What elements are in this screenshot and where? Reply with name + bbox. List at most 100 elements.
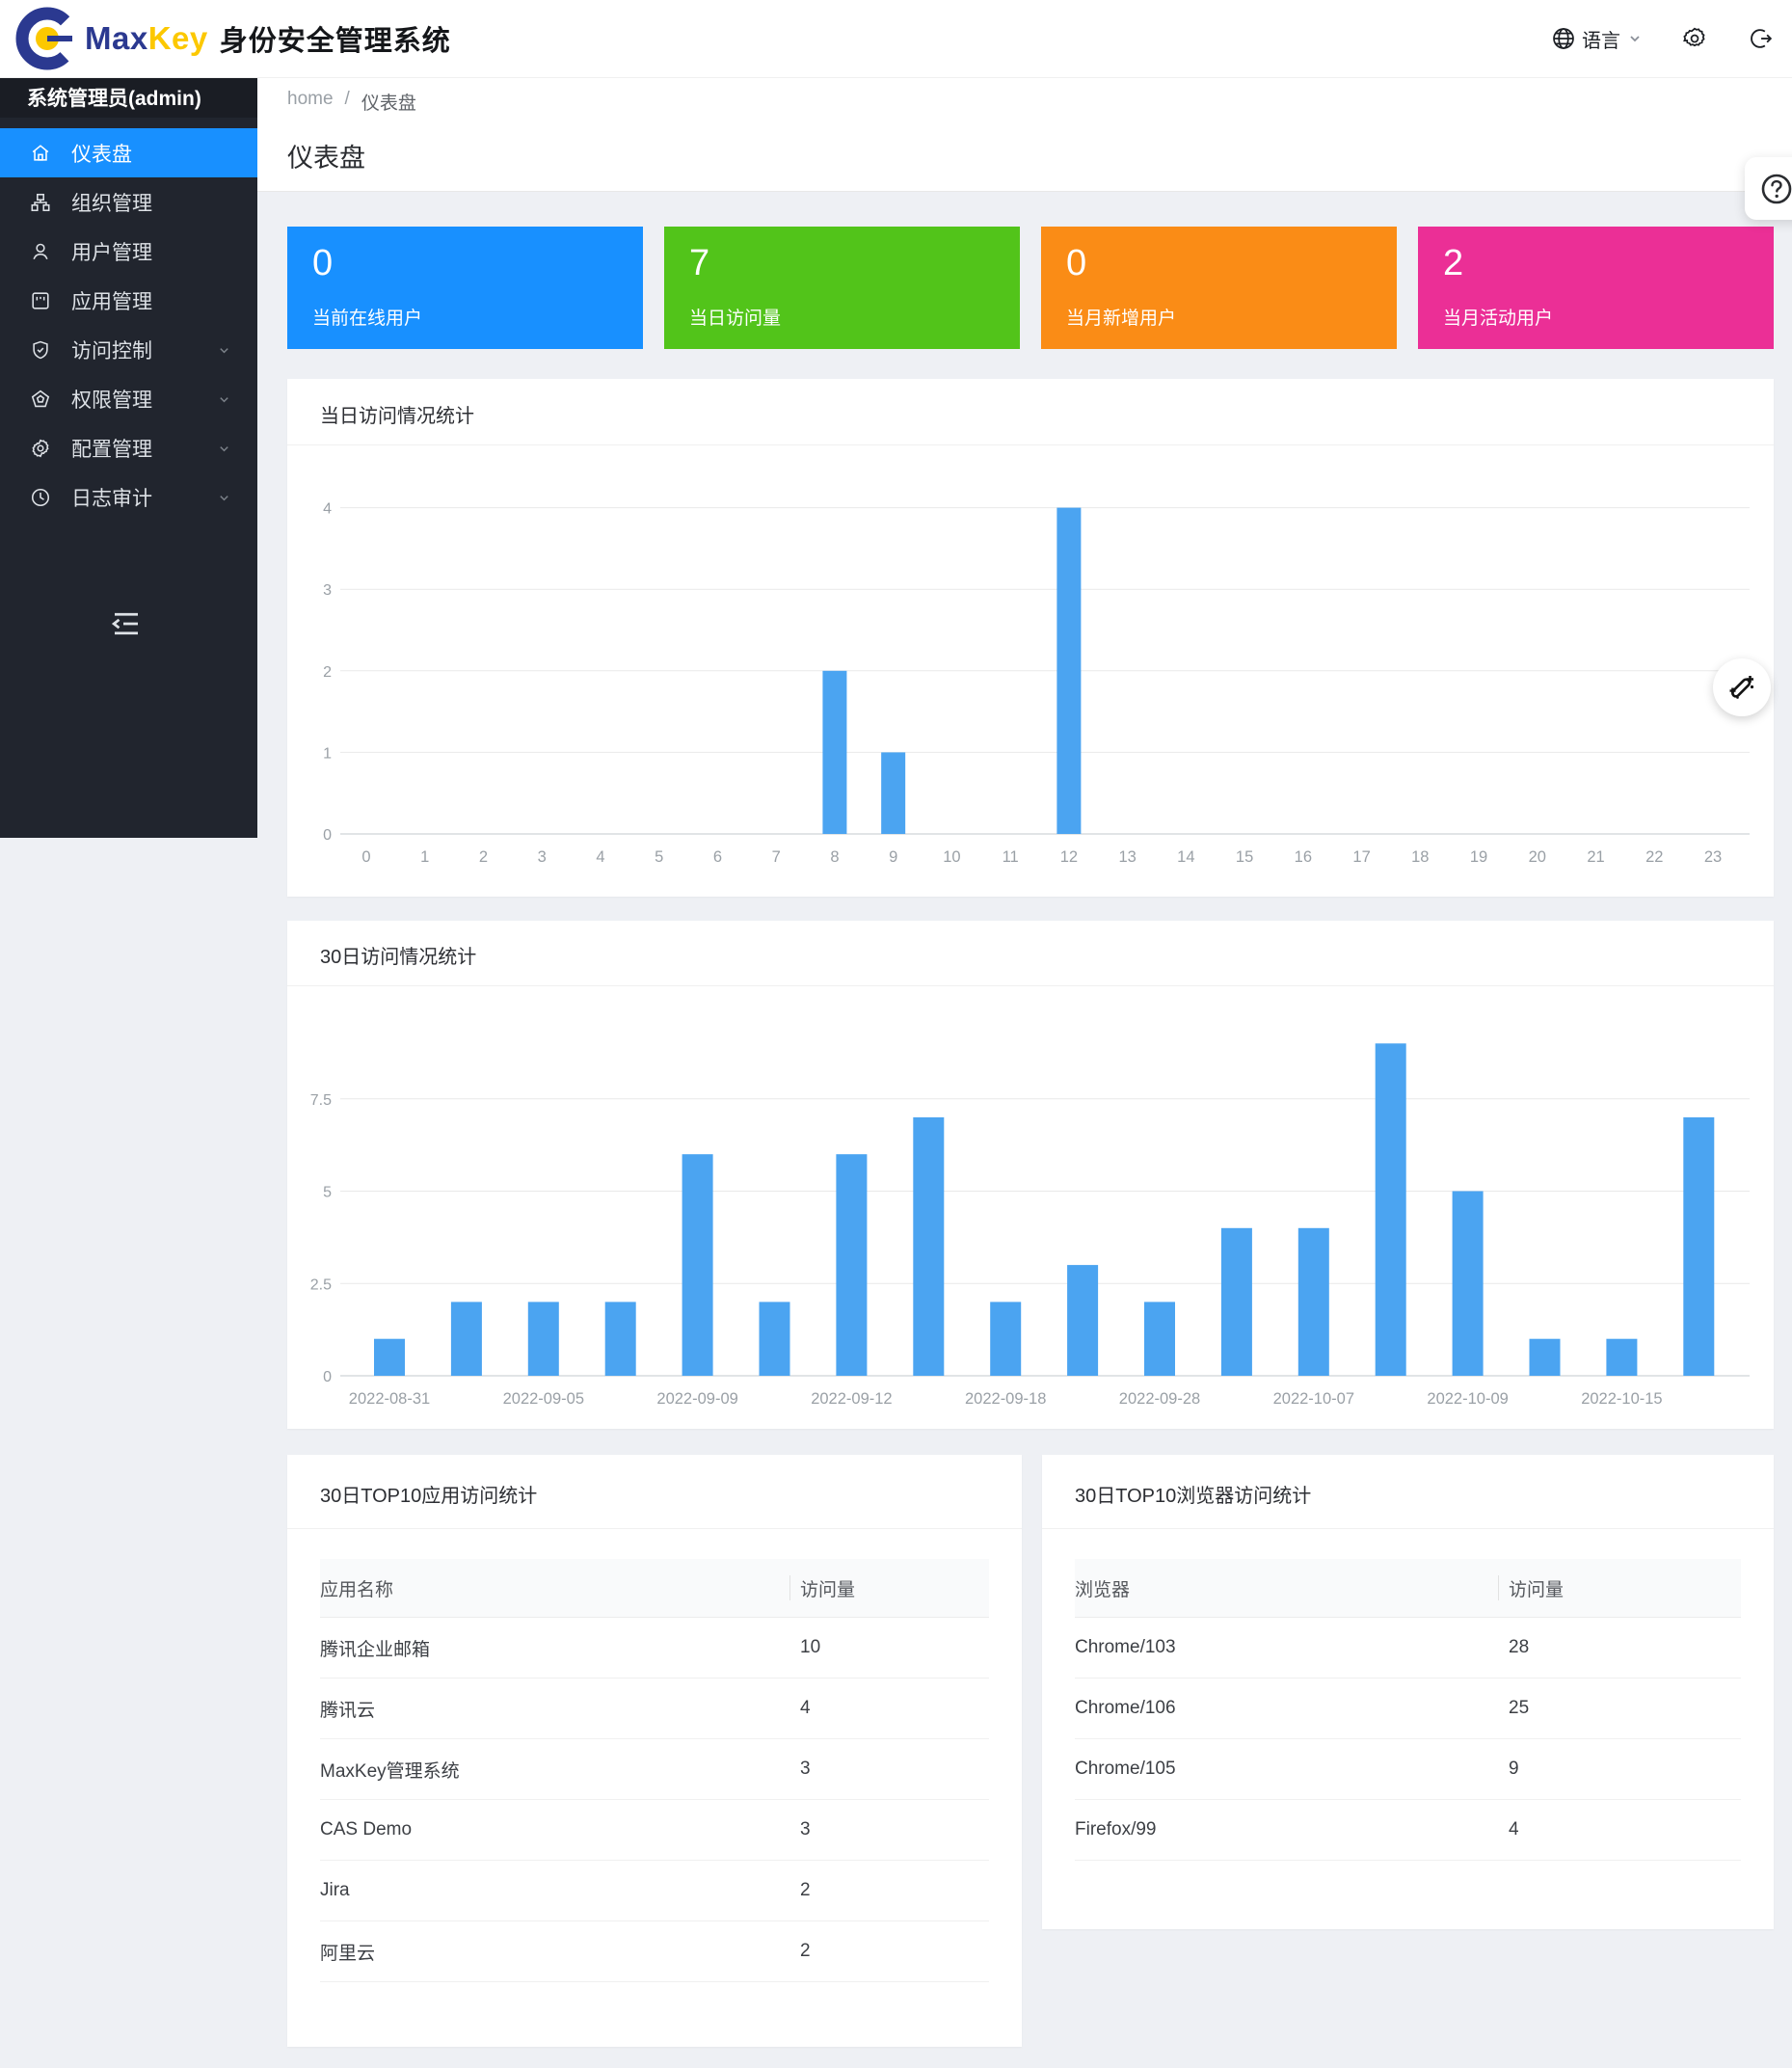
bar [1298, 1228, 1329, 1376]
sidebar-item-label: 配置管理 [71, 434, 152, 463]
breadcrumb: home / 仪表盘 [287, 89, 416, 115]
sidebar-item-label: 组织管理 [71, 188, 152, 217]
y-axis-tick-label: 4 [323, 501, 332, 518]
app-name-cell: 阿里云 [320, 1939, 800, 1965]
gear-icon [30, 438, 51, 459]
logout-icon [1748, 26, 1773, 51]
bar [1221, 1228, 1252, 1376]
x-axis-tick-label: 2022-10-09 [1427, 1390, 1508, 1408]
app-header: MaxKey 身份安全管理系统 语言 [0, 0, 1792, 78]
help-button[interactable] [1745, 157, 1792, 220]
brand: MaxKey 身份安全管理系统 [15, 7, 451, 70]
bar [836, 1154, 867, 1376]
app-name-cell: 腾讯云 [320, 1696, 800, 1722]
sidebar-item-label: 访问控制 [71, 336, 152, 364]
monthly-visits-panel: 30日访问情况统计 02.557.52022-08-312022-09-0520… [287, 921, 1774, 1429]
stat-card-online-users: 0 当前在线用户 [287, 227, 643, 349]
column-separator [1498, 1575, 1499, 1600]
x-axis-tick-label: 21 [1587, 848, 1604, 866]
visit-count-cell: 4 [1509, 1819, 1519, 1840]
user-icon [30, 241, 51, 262]
table-row: Jira 2 [320, 1861, 989, 1921]
column-header: 访问量 [1509, 1575, 1564, 1601]
sidebar: 系统管理员(admin) 仪表盘 组织管理 用户管理 应用管理 [0, 77, 257, 838]
collapse-sidebar-button[interactable] [109, 606, 144, 641]
bar [682, 1154, 713, 1376]
stat-label: 当月新增用户 [1066, 304, 1372, 330]
x-axis-tick-label: 12 [1060, 848, 1078, 866]
top-apps-panel: 30日TOP10应用访问统计 应用名称 访问量 腾讯企业邮箱 10 腾讯云 4 … [287, 1455, 1022, 2047]
sidebar-item-dashboard[interactable]: 仪表盘 [0, 128, 257, 177]
bar [451, 1302, 482, 1376]
table-row: Chrome/105 9 [1075, 1739, 1741, 1800]
x-axis-tick-label: 4 [596, 848, 604, 866]
x-axis-tick-label: 2022-09-05 [503, 1390, 584, 1408]
bar [1067, 1265, 1098, 1376]
x-axis-tick-label: 10 [943, 848, 960, 866]
y-axis-tick-label: 7.5 [310, 1092, 332, 1109]
top-browsers-panel: 30日TOP10浏览器访问统计 浏览器 访问量 Chrome/103 28 Ch… [1042, 1455, 1774, 1929]
stat-value: 0 [312, 244, 618, 284]
panel-divider [287, 1528, 1022, 1529]
panel-divider [1042, 1528, 1774, 1529]
bar [1376, 1043, 1406, 1376]
stat-label: 当日访问量 [689, 304, 995, 330]
sidebar-item-permissions[interactable]: 权限管理 [0, 374, 257, 423]
language-switcher[interactable]: 语言 [1551, 25, 1642, 53]
chevron-down-icon [218, 344, 230, 357]
panel-title: 当日访问情况统计 [320, 400, 474, 428]
theme-wand-button[interactable] [1713, 658, 1771, 716]
table-row: 腾讯企业邮箱 10 [320, 1618, 989, 1679]
column-header: 访问量 [800, 1575, 855, 1601]
sidebar-item-label: 应用管理 [71, 286, 152, 315]
sidebar-menu: 仪表盘 组织管理 用户管理 应用管理 访问控制 [0, 128, 257, 522]
top-browsers-table: 浏览器 访问量 Chrome/103 28 Chrome/106 25 Chro… [1075, 1559, 1741, 1861]
sidebar-item-label: 权限管理 [71, 385, 152, 414]
x-axis-tick-label: 8 [830, 848, 839, 866]
sidebar-item-label: 仪表盘 [71, 139, 132, 168]
breadcrumb-home[interactable]: home [287, 89, 334, 115]
monthly-visits-chart: 02.557.52022-08-312022-09-052022-09-0920… [287, 985, 1774, 1429]
sidebar-item-applications[interactable]: 应用管理 [0, 276, 257, 325]
settings-button[interactable] [1682, 26, 1707, 51]
x-axis-tick-label: 2022-08-31 [349, 1390, 430, 1408]
question-mark-icon [1760, 173, 1792, 205]
chevron-down-icon [218, 492, 230, 504]
x-axis-tick-label: 1 [420, 848, 429, 866]
bar [1606, 1339, 1637, 1376]
sidebar-item-audit-logs[interactable]: 日志审计 [0, 472, 257, 522]
sidebar-item-configuration[interactable]: 配置管理 [0, 423, 257, 472]
chevron-down-icon [218, 393, 230, 406]
stat-value: 2 [1443, 244, 1749, 284]
y-axis-tick-label: 3 [323, 582, 332, 599]
stat-label: 当月活动用户 [1443, 304, 1749, 330]
bar [374, 1339, 405, 1376]
table-row: 阿里云 2 [320, 1921, 989, 1982]
browser-name-cell: Chrome/106 [1075, 1698, 1509, 1719]
panel-title: 30日TOP10应用访问统计 [320, 1480, 537, 1508]
sidebar-item-access-control[interactable]: 访问控制 [0, 325, 257, 374]
app-name-cell: 腾讯企业邮箱 [320, 1635, 800, 1661]
header-actions: 语言 [1551, 0, 1773, 77]
x-axis-tick-label: 2022-10-15 [1581, 1390, 1662, 1408]
y-axis-tick-label: 0 [323, 1369, 332, 1385]
stat-label: 当前在线用户 [312, 304, 618, 330]
visit-count-cell: 3 [800, 1819, 811, 1840]
table-row: 腾讯云 4 [320, 1679, 989, 1739]
x-axis-tick-label: 2 [479, 848, 488, 866]
x-axis-tick-label: 16 [1295, 848, 1312, 866]
sidebar-item-organization[interactable]: 组织管理 [0, 177, 257, 227]
y-axis-tick-label: 2 [323, 664, 332, 681]
x-axis-tick-label: 7 [772, 848, 781, 866]
chevron-down-icon [1628, 32, 1642, 45]
table-row: Chrome/103 28 [1075, 1618, 1741, 1679]
browser-name-cell: Chrome/105 [1075, 1759, 1509, 1780]
x-axis-tick-label: 22 [1645, 848, 1663, 866]
content-divider [257, 191, 1792, 192]
sidebar-item-users[interactable]: 用户管理 [0, 227, 257, 276]
logout-button[interactable] [1748, 26, 1773, 51]
table-row: CAS Demo 3 [320, 1800, 989, 1861]
sidebar-item-label: 日志审计 [71, 483, 152, 512]
stat-card-monthly-active-users: 2 当月活动用户 [1418, 227, 1774, 349]
x-axis-tick-label: 14 [1177, 848, 1194, 866]
